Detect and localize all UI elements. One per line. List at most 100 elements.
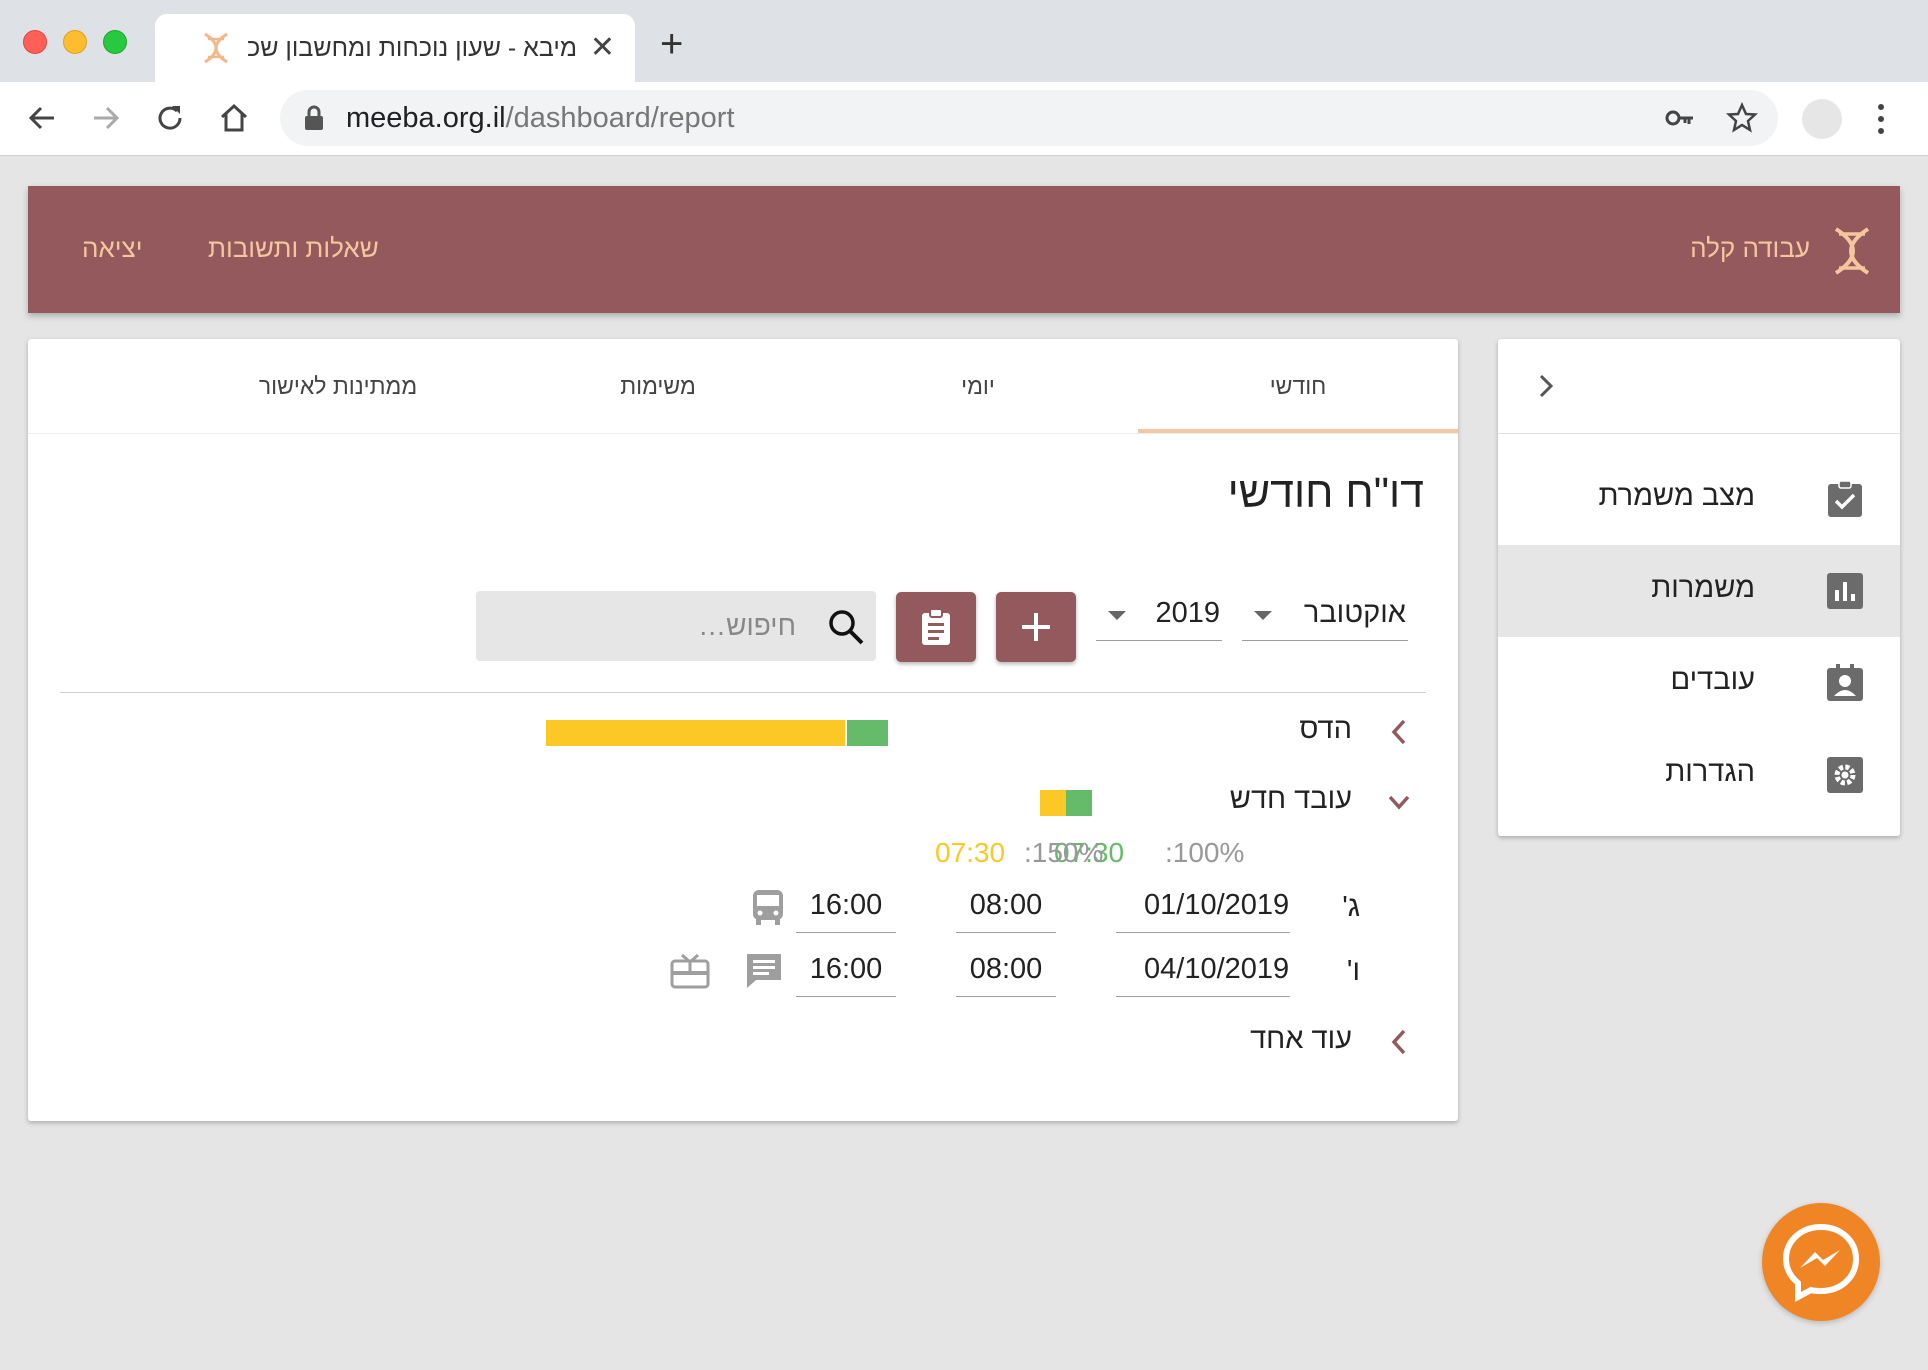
add-shift-button[interactable] — [996, 592, 1076, 662]
regular-hours-bar — [1066, 790, 1092, 816]
search-input[interactable] — [526, 605, 796, 647]
chevron-down-icon — [1108, 611, 1126, 620]
report-card: חודשי יומי משימות ממתינות לאישור דו"ח חו… — [28, 339, 1458, 1121]
comment-icon[interactable] — [744, 951, 784, 991]
plus-icon — [1022, 613, 1050, 641]
url-path: /dashboard/report — [505, 102, 735, 134]
divider — [60, 692, 1426, 693]
address-bar[interactable]: meeba.org.il/dashboard/report — [280, 90, 1778, 146]
url-host: meeba.org.il — [346, 102, 506, 134]
browser-toolbar: meeba.org.il/dashboard/report — [0, 82, 1928, 156]
browser-tab[interactable]: מיבא - שעון נוכחות ומחשבון שכר ✕ — [155, 14, 635, 82]
regular-hours-bar — [847, 720, 888, 746]
reload-icon[interactable] — [152, 100, 188, 136]
rate-150-summary: :150% — [1024, 837, 1103, 869]
employee-name: עובד חדש — [1229, 783, 1352, 815]
month-select-value: אוקטובר — [1303, 597, 1406, 629]
profile-avatar[interactable] — [1802, 99, 1842, 139]
logout-link[interactable]: יציאה — [82, 233, 142, 264]
browser-menu-icon[interactable] — [1873, 100, 1889, 138]
tab-tasks[interactable]: משימות — [498, 373, 818, 400]
brand-name[interactable]: עבודה קלה — [1690, 233, 1810, 264]
window-minimize-button[interactable] — [63, 30, 87, 54]
app-header: עבודה קלה שאלות ותשובות יציאה — [28, 186, 1900, 313]
tab-close-icon[interactable]: ✕ — [590, 31, 615, 65]
sidebar-item-label: עובדים — [1670, 664, 1755, 696]
chevron-down-icon — [1254, 611, 1272, 620]
shift-start: 08:00 — [969, 889, 1043, 921]
tab-daily[interactable]: יומי — [818, 373, 1138, 400]
shift-start-field[interactable]: 08:00 — [956, 883, 1056, 933]
dna-logo-icon[interactable] — [1830, 226, 1874, 276]
page-title: דו"ח חודשי — [1227, 469, 1424, 517]
overtime-hours-bar — [1040, 790, 1066, 816]
key-icon[interactable] — [1664, 102, 1696, 134]
url-text: meeba.org.il/dashboard/report — [346, 102, 735, 135]
year-select-value: 2019 — [1155, 597, 1220, 629]
window-close-button[interactable] — [23, 30, 47, 54]
shift-start: 08:00 — [969, 953, 1043, 985]
shift-end-field[interactable]: 16:00 — [796, 883, 896, 933]
messenger-chat-button[interactable] — [1762, 1203, 1880, 1321]
employee-row[interactable]: עובד חדש — [28, 777, 1458, 827]
sidebar-item-settings[interactable]: הגדרות — [1498, 729, 1900, 821]
shift-date-field[interactable]: 01/10/2019 — [1116, 883, 1290, 933]
rate-100-label: :100% — [1165, 837, 1245, 868]
chevron-down-icon[interactable] — [1388, 787, 1410, 817]
sidebar-item-employees[interactable]: עובדים — [1498, 637, 1900, 729]
lock-icon — [305, 105, 323, 130]
bookmark-star-icon[interactable] — [1726, 102, 1758, 134]
shift-start-field[interactable]: 08:00 — [956, 947, 1056, 997]
shift-end-field[interactable]: 16:00 — [796, 947, 896, 997]
dna-favicon-icon — [204, 32, 228, 64]
new-tab-button[interactable]: + — [660, 24, 683, 64]
sidebar-item-label: מצב משמרת — [1598, 480, 1755, 512]
active-tab-indicator — [1138, 429, 1458, 433]
bar-chart-icon — [1827, 573, 1863, 609]
tab-pending-approval[interactable]: ממתינות לאישור — [178, 373, 498, 400]
shift-end: 16:00 — [809, 889, 883, 921]
sidebar: מצב משמרת משמרות עובדים הגדרות — [1498, 339, 1900, 836]
bus-icon[interactable] — [748, 887, 788, 927]
year-select[interactable]: 2019 — [1096, 589, 1222, 641]
badge-icon — [1827, 664, 1863, 701]
shift-day: ו' — [1346, 955, 1360, 987]
search-icon[interactable] — [826, 607, 866, 647]
report-tabs: חודשי יומי משימות ממתינות לאישור — [28, 339, 1458, 434]
rate-150-label: :150% — [1024, 837, 1104, 868]
back-icon[interactable] — [24, 100, 60, 136]
search-box — [476, 591, 876, 661]
rate-150-value-wrap: 07:30 — [935, 837, 1005, 869]
shift-day: ג' — [1342, 891, 1360, 923]
employee-row[interactable]: הדס — [28, 707, 1458, 757]
messenger-icon — [1782, 1223, 1860, 1303]
shift-date: 01/10/2019 — [1144, 889, 1290, 921]
gift-card-icon[interactable] — [670, 951, 710, 991]
tab-monthly[interactable]: חודשי — [1138, 373, 1458, 400]
home-icon[interactable] — [216, 100, 252, 136]
employee-row[interactable]: עוד אחד — [28, 1017, 1458, 1067]
employee-name: עוד אחד — [1250, 1023, 1352, 1055]
chevron-left-icon[interactable] — [1388, 1027, 1410, 1057]
clipboard-icon — [922, 608, 950, 645]
employee-name: הדס — [1299, 713, 1352, 745]
sidebar-item-shift-status[interactable]: מצב משמרת — [1498, 453, 1900, 545]
browser-tab-strip: מיבא - שעון נוכחות ומחשבון שכר ✕ + — [0, 0, 1928, 82]
shift-date: 04/10/2019 — [1144, 953, 1290, 985]
sidebar-item-label: משמרות — [1651, 572, 1755, 604]
shift-date-field[interactable]: 04/10/2019 — [1116, 947, 1290, 997]
rate-100-summary: :100% — [1165, 837, 1244, 869]
sidebar-header — [1498, 339, 1900, 434]
sidebar-item-label: הגדרות — [1665, 756, 1755, 788]
month-select[interactable]: אוקטובר — [1242, 589, 1408, 641]
clipboard-check-icon — [1828, 480, 1862, 517]
rate-150-value: 07:30 — [935, 837, 1006, 868]
forward-icon[interactable] — [88, 100, 124, 136]
collapse-sidebar-icon[interactable] — [1534, 372, 1558, 400]
window-zoom-button[interactable] — [103, 30, 127, 54]
export-report-button[interactable] — [896, 592, 976, 662]
sidebar-item-shifts[interactable]: משמרות — [1498, 545, 1900, 637]
settings-icon — [1827, 757, 1863, 793]
chevron-left-icon[interactable] — [1388, 717, 1410, 747]
faq-link[interactable]: שאלות ותשובות — [208, 233, 379, 264]
